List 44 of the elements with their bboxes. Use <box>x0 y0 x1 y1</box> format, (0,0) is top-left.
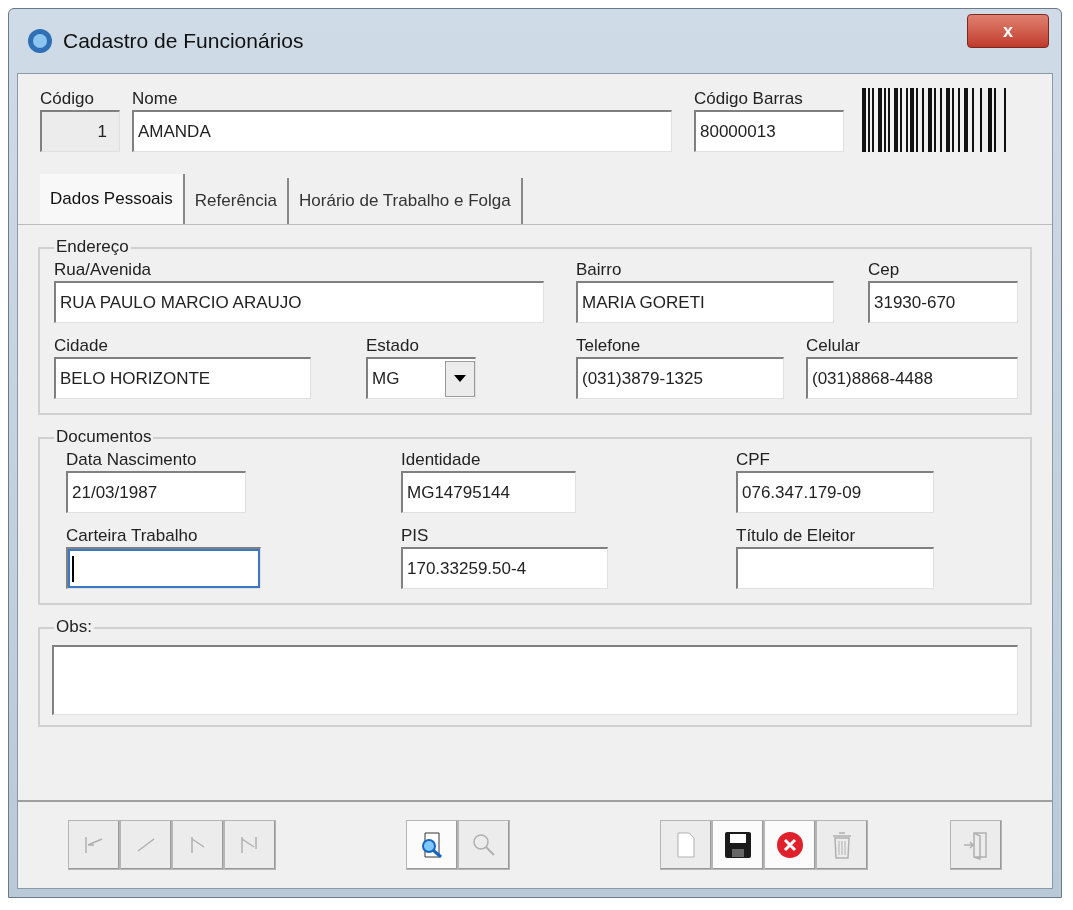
field-label: Código Barras <box>694 88 804 110</box>
field-label: CPF <box>736 449 771 471</box>
input-field[interactable] <box>736 547 934 589</box>
field-label: Carteira Trabalho <box>66 525 199 547</box>
text-cursor <box>72 555 74 582</box>
new-document-icon <box>674 831 698 859</box>
input-field[interactable]: (031)3879-1325 <box>576 357 784 399</box>
app-icon <box>27 28 53 54</box>
tab[interactable]: Dados Pessoais <box>40 174 185 224</box>
trash-icon <box>830 830 854 860</box>
input-field[interactable] <box>66 547 261 589</box>
dropdown[interactable]: MG <box>366 357 476 399</box>
window-title: Cadastro de Funcionários <box>63 28 304 55</box>
input-field[interactable]: 076.347.179-09 <box>736 471 934 513</box>
input-field[interactable]: RUA PAULO MARCIO ARAUJO <box>54 281 544 323</box>
field-label: PIS <box>401 525 430 547</box>
notes-field[interactable] <box>52 645 1018 715</box>
field-label: Bairro <box>576 259 623 281</box>
field-label: Telefone <box>576 335 642 357</box>
toolbar-button[interactable] <box>712 820 764 870</box>
cancel-icon <box>775 830 805 860</box>
close-button[interactable]: x <box>967 14 1049 48</box>
field-label: Rua/Avenida <box>54 259 153 281</box>
field-label: Cidade <box>54 335 109 357</box>
input-field[interactable]: MG14795144 <box>401 471 576 513</box>
input-field[interactable]: 80000013 <box>694 110 844 152</box>
field-label: Título de Eleitor <box>736 525 857 547</box>
input-field[interactable]: 170.33259.50-4 <box>401 547 608 589</box>
exit-door-icon <box>962 830 990 860</box>
input-field[interactable]: AMANDA <box>132 110 672 152</box>
input-field[interactable]: MARIA GORETI <box>576 281 834 323</box>
input-field[interactable]: BELO HORIZONTE <box>54 357 311 399</box>
field-label: Data Nascimento <box>66 449 198 471</box>
field-label: Estado <box>366 335 420 357</box>
caret-icon <box>445 360 475 397</box>
field-label: Nome <box>132 88 179 110</box>
field-label: Identidade <box>401 449 482 471</box>
field-label: Celular <box>806 335 861 357</box>
field-label: Cep <box>868 259 901 281</box>
input-field[interactable]: (031)8868-4488 <box>806 357 1018 399</box>
input-field[interactable]: 31930-670 <box>868 281 1018 323</box>
input-field[interactable]: 21/03/1987 <box>66 471 246 513</box>
save-icon <box>723 830 753 860</box>
field-label: Código <box>40 88 95 110</box>
